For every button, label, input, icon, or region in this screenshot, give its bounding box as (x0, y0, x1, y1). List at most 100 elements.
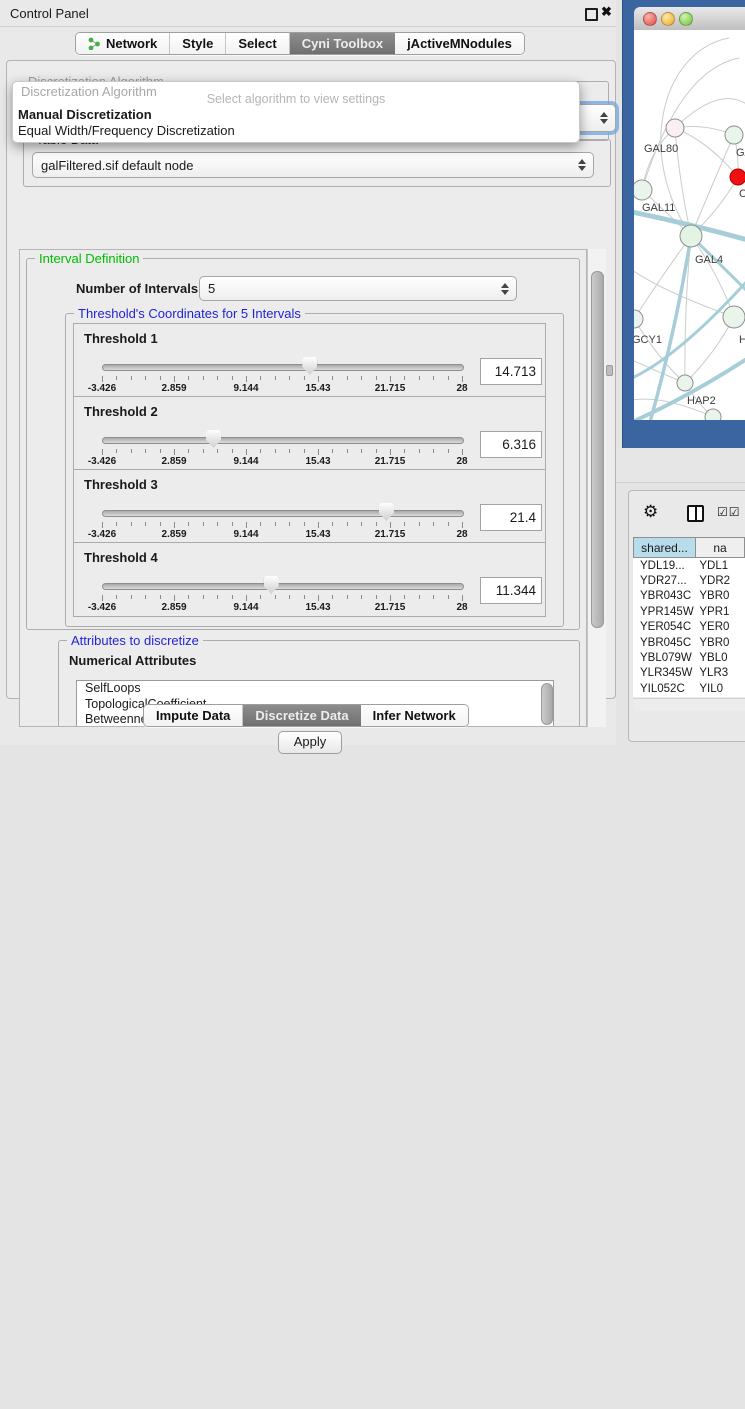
table-row[interactable]: YLR345WYLR3 (633, 666, 745, 681)
tab-discretize-data[interactable]: Discretize Data (243, 705, 360, 726)
attributes-list-scrollbar[interactable] (541, 683, 553, 725)
slider-tick (275, 376, 276, 380)
slider-tick (318, 522, 319, 528)
slider-tick (462, 595, 463, 601)
network-node[interactable] (677, 375, 693, 391)
slider-track[interactable] (102, 364, 464, 371)
number-of-intervals-value: 5 (208, 281, 215, 296)
slider-tick-label: 9.144 (233, 529, 258, 540)
slider-track[interactable] (102, 510, 464, 517)
mac-zoom-button[interactable] (679, 12, 693, 26)
threshold-value-field[interactable]: 14.713 (480, 358, 542, 385)
network-node[interactable] (725, 126, 743, 144)
network-node[interactable] (680, 225, 702, 247)
slider-tick (419, 522, 420, 526)
tab-cyni-toolbox[interactable]: Cyni Toolbox (290, 33, 395, 54)
mac-minimize-button[interactable] (661, 12, 675, 26)
number-of-intervals-combobox[interactable]: 5 (199, 276, 517, 301)
tab-network[interactable]: Network (76, 33, 170, 54)
control-panel: Control Panel ✖ NetworkStyleSelectCyni T… (0, 0, 616, 745)
slider-tick (246, 449, 247, 455)
slider-tick (275, 449, 276, 453)
table-data-group: Table Data galFiltered.sif default node (23, 139, 611, 187)
slider-tick (116, 595, 117, 599)
network-node[interactable] (705, 409, 721, 420)
slider-tick (232, 449, 233, 453)
slider-tick (462, 449, 463, 455)
tab-jactivemnodules[interactable]: jActiveMNodules (395, 33, 524, 54)
threshold-panel-2: Threshold 2-3.4262.8599.14415.4321.71528… (73, 396, 546, 471)
threshold-value-field[interactable]: 6.316 (480, 431, 542, 458)
slider-tick (448, 595, 449, 599)
threshold-value-field[interactable]: 21.4 (480, 504, 542, 531)
network-node[interactable] (634, 180, 652, 200)
tab-impute-data[interactable]: Impute Data (144, 705, 243, 726)
slider-tick (145, 449, 146, 453)
numerical-attributes-label: Numerical Attributes (69, 653, 196, 668)
table-cell: YBR0 (695, 590, 745, 602)
mac-close-button[interactable] (643, 12, 657, 26)
settings-scrollbar-track[interactable] (587, 249, 606, 727)
slider-tick (433, 449, 434, 453)
column-layout-icon[interactable] (687, 505, 704, 522)
slider-thumb[interactable] (206, 430, 221, 448)
network-node-label: GAL80 (644, 143, 678, 155)
slider-track[interactable] (102, 437, 464, 444)
network-node-label: GAL4 (695, 254, 723, 266)
slider-tick-label: 15.43 (305, 529, 330, 540)
network-canvas[interactable]: GAL80GACGAL11GAL4GCY1HHAP2 (634, 30, 745, 420)
table-cell: YDL19... (633, 560, 695, 572)
slider-tick-label: 9.144 (233, 456, 258, 467)
table-row[interactable]: YPR145WYPR1 (633, 604, 745, 619)
table-column-header-shared[interactable]: shared... (634, 538, 695, 557)
slider-tick (332, 376, 333, 380)
slider-tick (232, 522, 233, 526)
tab-label: Style (182, 36, 213, 51)
slider-tick (246, 522, 247, 528)
slider-track[interactable] (102, 583, 464, 590)
network-node[interactable] (666, 119, 684, 137)
threshold-value-field[interactable]: 11.344 (480, 577, 542, 604)
table-hscrollbar-track[interactable] (633, 698, 745, 711)
network-node[interactable] (634, 310, 643, 328)
interval-definition-group: Interval Definition Number of Intervals … (26, 258, 580, 630)
table-cell: YER0 (695, 621, 745, 633)
slider-tick (131, 376, 132, 380)
slider-thumb[interactable] (264, 576, 279, 594)
table-data-combobox[interactable]: galFiltered.sif default node (32, 152, 594, 178)
table-row[interactable]: YDL19...YDL1 (633, 558, 745, 573)
table-row[interactable]: YBR043CYBR0 (633, 589, 745, 604)
attribute-item-selfloops[interactable]: SelfLoops (77, 681, 553, 697)
tab-style[interactable]: Style (170, 33, 226, 54)
select-columns-icon[interactable]: ☑☑ (717, 505, 741, 519)
settings-scrollbar-thumb[interactable] (591, 271, 604, 628)
slider-thumb[interactable] (302, 357, 317, 375)
network-window-titlebar[interactable] (634, 7, 745, 31)
table-row[interactable]: YDR27...YDR2 (633, 573, 745, 588)
float-window-icon[interactable] (585, 8, 598, 21)
tab-select[interactable]: Select (226, 33, 289, 54)
slider-tick (361, 449, 362, 453)
popup-item-equal-width-frequency-discretization[interactable]: Equal Width/Frequency Discretization (16, 123, 578, 138)
table-row[interactable]: YER054CYER0 (633, 620, 745, 635)
table-row[interactable]: YIL052CYIL0 (633, 681, 745, 696)
table-cell: YBR045C (633, 637, 695, 649)
tab-infer-network[interactable]: Infer Network (361, 705, 468, 726)
table-row[interactable]: YBR045CYBR0 (633, 635, 745, 650)
slider-tick (390, 595, 391, 601)
slider-tick-label: 15.43 (305, 602, 330, 613)
slider-tick-label: 2.859 (161, 602, 186, 613)
table-cell: YDR2 (695, 575, 745, 587)
slider-tick (203, 449, 204, 453)
network-node[interactable] (730, 169, 745, 185)
table-row[interactable]: YBL079WYBL0 (633, 650, 745, 665)
network-node[interactable] (723, 306, 745, 328)
threshold-label: Threshold 1 (84, 331, 158, 346)
gear-icon[interactable]: ⚙ (643, 503, 658, 520)
table-column-header-na[interactable]: na (695, 538, 744, 557)
close-icon[interactable]: ✖ (601, 4, 612, 20)
apply-button[interactable]: Apply (278, 731, 342, 754)
popup-item-manual-discretization[interactable]: Manual Discretization (16, 107, 578, 122)
slider-thumb[interactable] (379, 503, 394, 521)
split-divider-handle[interactable] (606, 365, 613, 376)
